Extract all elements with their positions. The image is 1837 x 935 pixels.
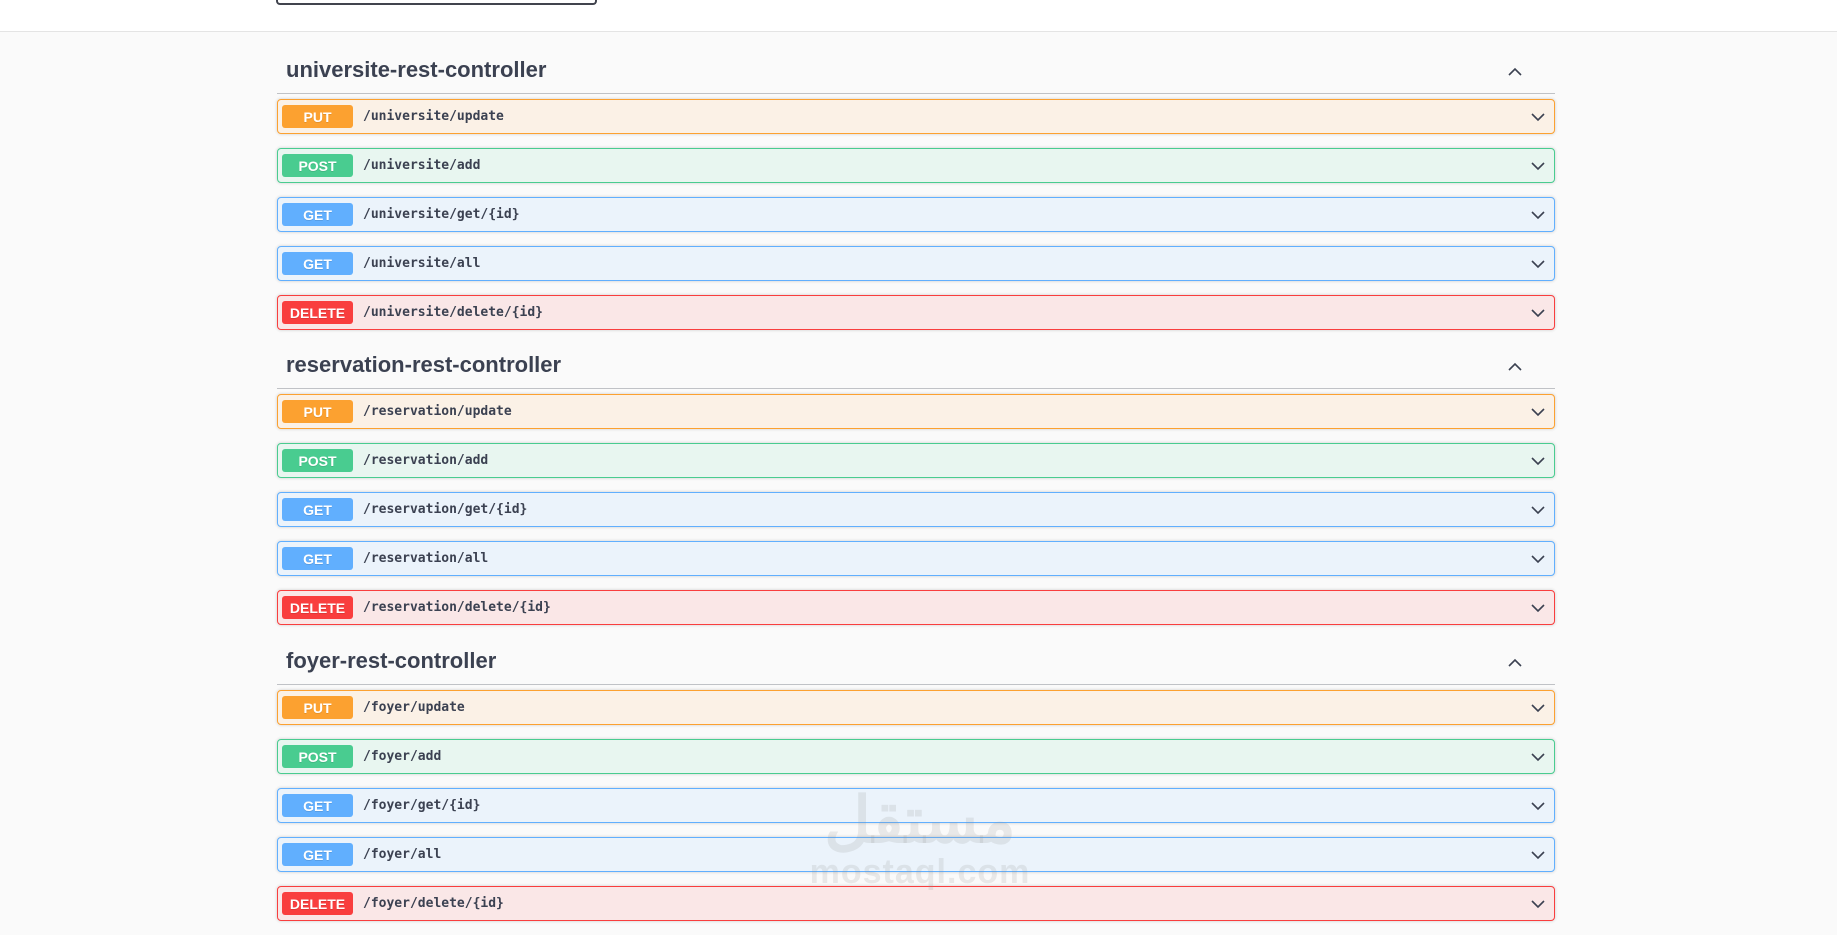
operation-post-foyer-add[interactable]: POST /foyer/add	[277, 739, 1555, 774]
method-badge: GET	[282, 843, 353, 866]
chevron-down-icon[interactable]	[1530, 502, 1546, 518]
operation-get-universite-by-id[interactable]: GET /universite/get/{id}	[277, 197, 1555, 232]
operation-put-universite-update[interactable]: PUT /universite/update	[277, 99, 1555, 134]
operation-path: /universite/all	[363, 256, 481, 271]
method-badge: POST	[282, 449, 353, 472]
operation-path: /foyer/delete/{id}	[363, 896, 504, 911]
chevron-down-icon[interactable]	[1530, 798, 1546, 814]
operation-path: /universite/get/{id}	[363, 207, 520, 222]
chevron-up-icon[interactable]	[1507, 359, 1523, 375]
chevron-down-icon[interactable]	[1530, 305, 1546, 321]
method-badge: GET	[282, 203, 353, 226]
operation-put-reservation-update[interactable]: PUT /reservation/update	[277, 394, 1555, 429]
method-badge: GET	[282, 547, 353, 570]
method-badge: PUT	[282, 105, 353, 128]
chevron-down-icon[interactable]	[1530, 551, 1546, 567]
operation-path: /reservation/all	[363, 551, 489, 566]
method-badge: GET	[282, 252, 353, 275]
chevron-down-icon[interactable]	[1530, 256, 1546, 272]
chevron-up-icon[interactable]	[1507, 655, 1523, 671]
chevron-down-icon[interactable]	[1530, 453, 1546, 469]
tag-section-reservation: reservation-rest-controller PUT /reserva…	[277, 344, 1555, 625]
chevron-down-icon[interactable]	[1530, 600, 1546, 616]
operation-path: /foyer/all	[363, 847, 442, 862]
operation-get-reservation-by-id[interactable]: GET /reservation/get/{id}	[277, 492, 1555, 527]
operation-path: /universite/delete/{id}	[363, 305, 544, 320]
tag-title: reservation-rest-controller	[286, 352, 562, 377]
chevron-down-icon[interactable]	[1530, 109, 1546, 125]
operation-path: /universite/update	[363, 109, 504, 124]
operation-post-universite-add[interactable]: POST /universite/add	[277, 148, 1555, 183]
operation-path: /reservation/add	[363, 453, 489, 468]
operation-post-reservation-add[interactable]: POST /reservation/add	[277, 443, 1555, 478]
chevron-down-icon[interactable]	[1530, 700, 1546, 716]
operation-path: /reservation/delete/{id}	[363, 600, 551, 615]
operation-path: /foyer/get/{id}	[363, 798, 481, 813]
operation-put-foyer-update[interactable]: PUT /foyer/update	[277, 690, 1555, 725]
operation-delete-foyer[interactable]: DELETE /foyer/delete/{id}	[277, 886, 1555, 921]
tag-header[interactable]: reservation-rest-controller	[277, 344, 1555, 389]
operation-delete-reservation[interactable]: DELETE /reservation/delete/{id}	[277, 590, 1555, 625]
chevron-down-icon[interactable]	[1530, 207, 1546, 223]
chevron-down-icon[interactable]	[1530, 847, 1546, 863]
operation-path: /reservation/update	[363, 404, 512, 419]
operations-list: universite-rest-controller PUT /universi…	[277, 31, 1555, 935]
operation-get-reservation-all[interactable]: GET /reservation/all	[277, 541, 1555, 576]
method-badge: GET	[282, 794, 353, 817]
operation-delete-universite[interactable]: DELETE /universite/delete/{id}	[277, 295, 1555, 330]
operation-path: /reservation/get/{id}	[363, 502, 528, 517]
tag-title: foyer-rest-controller	[286, 648, 497, 673]
operation-get-foyer-by-id[interactable]: GET /foyer/get/{id}	[277, 788, 1555, 823]
tag-section-foyer: foyer-rest-controller PUT /foyer/update …	[277, 639, 1555, 921]
chevron-down-icon[interactable]	[1530, 158, 1546, 174]
method-badge: DELETE	[282, 596, 353, 619]
definition-select[interactable]	[276, 0, 597, 5]
operation-path: /foyer/add	[363, 749, 442, 764]
method-badge: DELETE	[282, 301, 353, 324]
chevron-down-icon[interactable]	[1530, 404, 1546, 420]
method-badge: POST	[282, 745, 353, 768]
chevron-down-icon[interactable]	[1530, 749, 1546, 765]
tag-section-universite: universite-rest-controller PUT /universi…	[277, 31, 1555, 330]
tag-title: universite-rest-controller	[286, 57, 547, 82]
operation-path: /universite/add	[363, 158, 481, 173]
chevron-down-icon[interactable]	[1530, 896, 1546, 912]
method-badge: DELETE	[282, 892, 353, 915]
operation-get-universite-all[interactable]: GET /universite/all	[277, 246, 1555, 281]
operation-path: /foyer/update	[363, 700, 465, 715]
top-bar	[0, 0, 1837, 32]
method-badge: GET	[282, 498, 353, 521]
method-badge: PUT	[282, 400, 353, 423]
operation-get-foyer-all[interactable]: GET /foyer/all	[277, 837, 1555, 872]
method-badge: PUT	[282, 696, 353, 719]
chevron-up-icon[interactable]	[1507, 64, 1523, 80]
method-badge: POST	[282, 154, 353, 177]
tag-header[interactable]: universite-rest-controller	[277, 31, 1555, 94]
tag-header[interactable]: foyer-rest-controller	[277, 639, 1555, 685]
